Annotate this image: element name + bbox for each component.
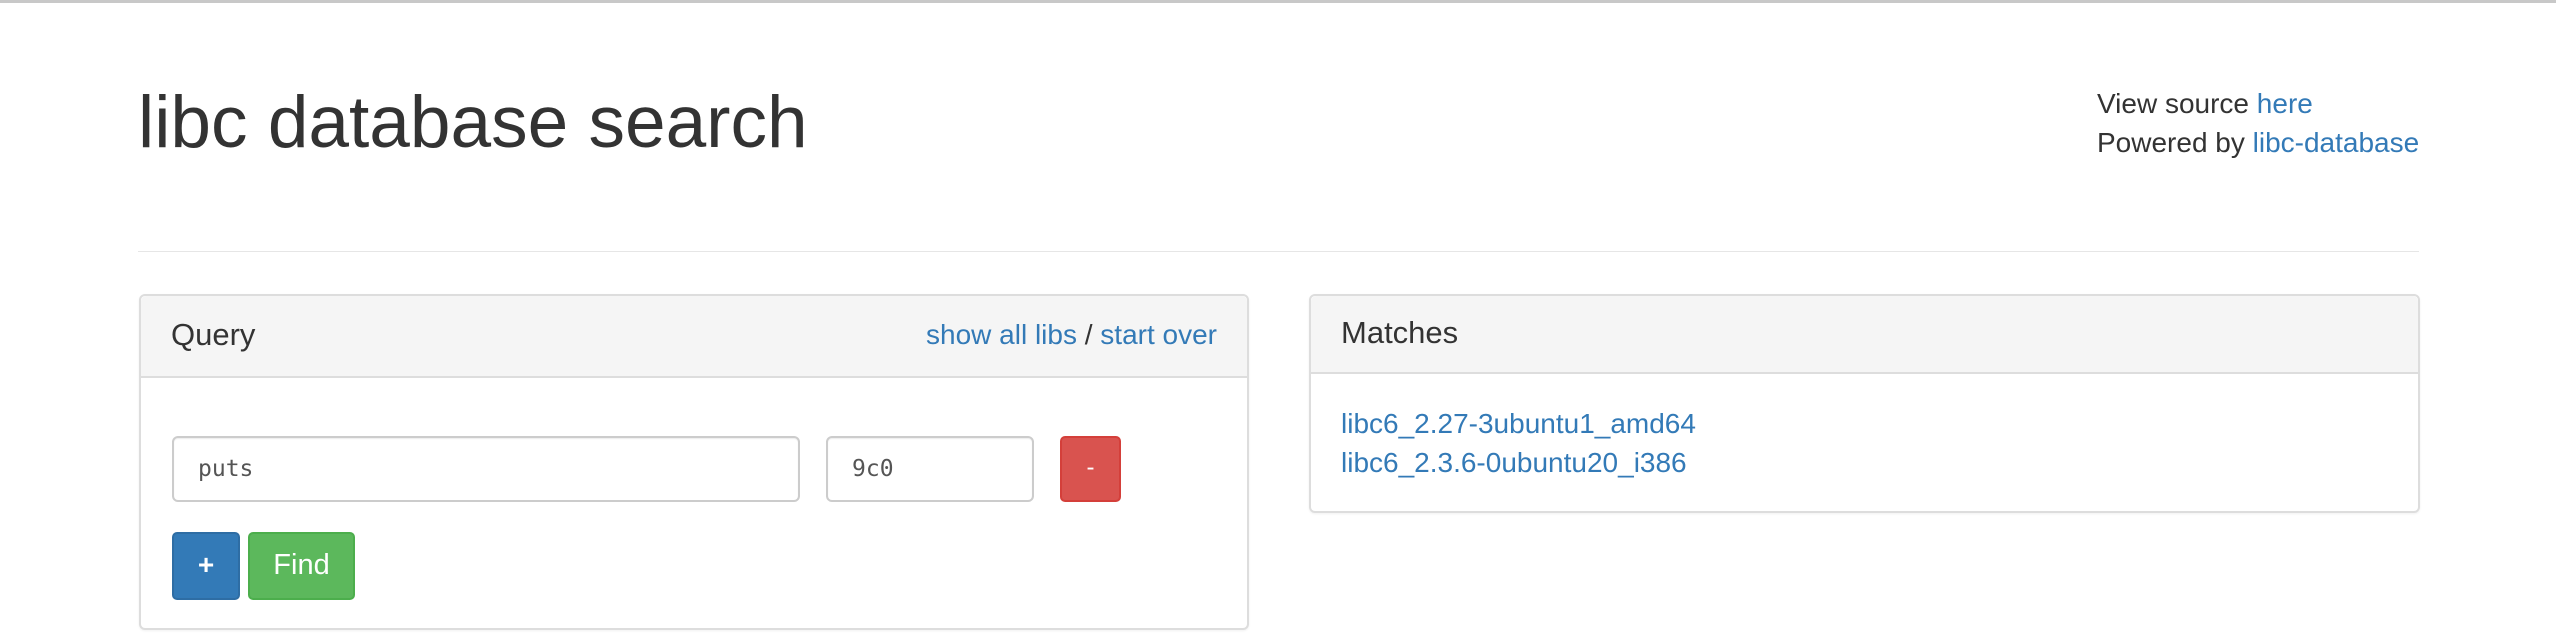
matches-panel-heading: Matches [1311,296,2418,374]
powered-by-text: Powered by [2097,127,2253,158]
links-separator: / [1076,319,1101,350]
view-source-text: View source [2097,88,2257,119]
symbol-address-input[interactable] [826,436,1034,502]
page-title: libc database search [138,82,808,163]
query-panel-heading: Query show all libs / start over [141,296,1247,378]
header-info: View source here Powered by libc-databas… [2097,84,2419,162]
query-heading-links: show all libs / start over [926,319,1217,351]
matches-panel: Matches libc6_2.27-3ubuntu1_amd64 libc6_… [1309,294,2420,513]
list-item: libc6_2.27-3ubuntu1_amd64 [1341,404,1696,443]
matches-list: libc6_2.27-3ubuntu1_amd64 libc6_2.3.6-0u… [1341,404,1696,482]
symbol-name-input[interactable] [172,436,800,502]
match-link[interactable]: libc6_2.27-3ubuntu1_amd64 [1341,408,1696,439]
powered-by-line: Powered by libc-database [2097,123,2419,162]
start-over-link[interactable]: start over [1100,319,1217,350]
header-divider [138,251,2419,252]
remove-row-button[interactable]: - [1060,436,1121,502]
page: libc database search View source here Po… [0,0,2556,644]
query-panel: Query show all libs / start over - + Fin… [139,294,1249,630]
libc-database-link[interactable]: libc-database [2253,127,2420,158]
find-button[interactable]: Find [248,532,355,600]
view-source-link[interactable]: here [2257,88,2313,119]
list-item: libc6_2.3.6-0ubuntu20_i386 [1341,443,1696,482]
match-link[interactable]: libc6_2.3.6-0ubuntu20_i386 [1341,447,1687,478]
add-row-button[interactable]: + [172,532,240,600]
view-source-line: View source here [2097,84,2419,123]
query-panel-title: Query [171,317,256,352]
matches-panel-title: Matches [1341,315,1459,350]
show-all-libs-link[interactable]: show all libs [926,319,1077,350]
